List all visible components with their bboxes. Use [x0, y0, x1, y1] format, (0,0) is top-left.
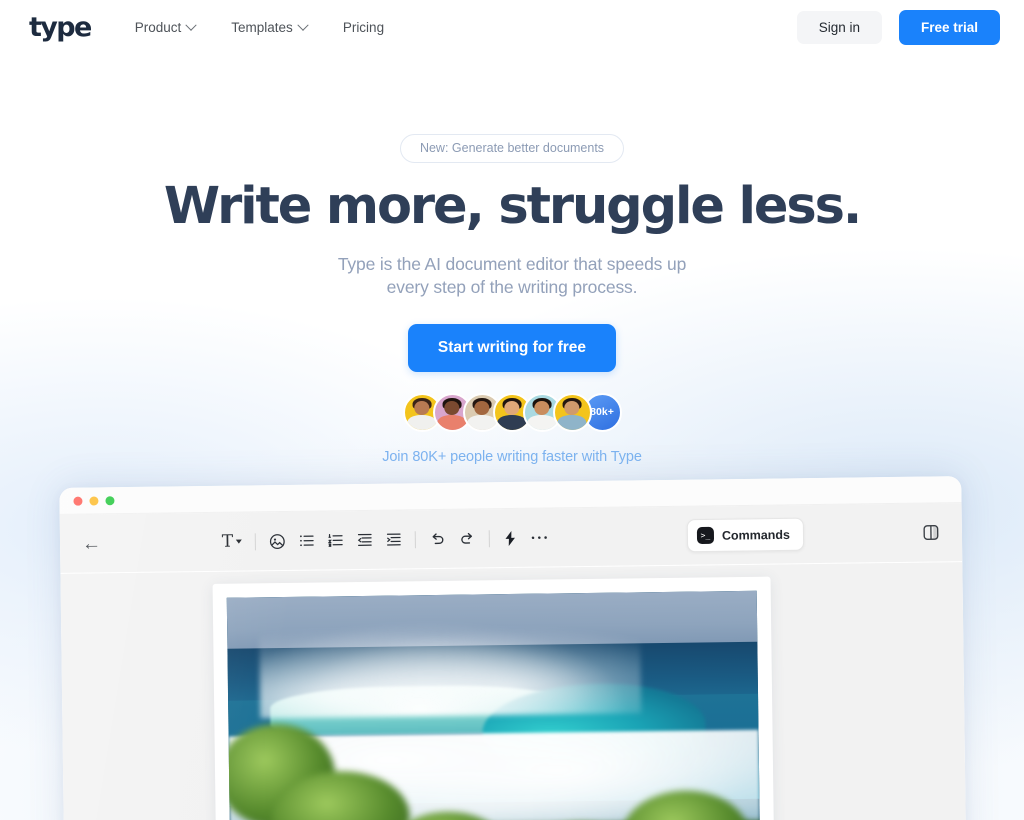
document-page[interactable] — [212, 576, 775, 820]
free-trial-button[interactable]: Free trial — [898, 10, 1000, 45]
chevron-down-icon — [236, 539, 243, 544]
hero-subtitle-line-2: every step of the writing process. — [386, 277, 638, 298]
undo-icon[interactable] — [429, 530, 446, 547]
window-maximize-icon[interactable] — [105, 495, 115, 505]
terminal-icon: >_ — [696, 526, 714, 545]
toolbar-divider — [415, 530, 417, 548]
numbered-list-icon[interactable] — [328, 532, 344, 548]
indent-icon[interactable] — [386, 531, 402, 547]
document-canvas[interactable] — [60, 562, 967, 820]
hero-cta-wrapper: Start writing for free — [0, 323, 1024, 372]
commands-button[interactable]: >_ Commands — [686, 517, 805, 553]
redo-icon[interactable] — [459, 530, 476, 547]
chevron-down-icon — [297, 19, 309, 31]
nav-item-product-label: Product — [134, 20, 182, 35]
bullet-list-icon[interactable] — [299, 533, 315, 549]
document-hero-image[interactable] — [226, 590, 761, 820]
brand-logo[interactable]: type — [29, 12, 92, 43]
nav-item-templates-label: Templates — [231, 20, 293, 35]
sign-in-button[interactable]: Sign in — [796, 11, 882, 44]
page-title: Write more, struggle less. — [163, 177, 862, 236]
nav-links: Product Templates Pricing — [134, 19, 384, 35]
app-window-mockup: ← T >_ Commands — [59, 476, 967, 820]
back-arrow-icon[interactable]: ← — [82, 533, 101, 554]
ellipsis-icon[interactable] — [531, 535, 548, 541]
hero-subtitle: Type is the AI document editor that spee… — [0, 253, 1024, 300]
lightning-icon[interactable] — [503, 530, 518, 546]
nav-item-product[interactable]: Product — [134, 19, 197, 35]
outdent-icon[interactable] — [357, 532, 373, 548]
start-writing-button[interactable]: Start writing for free — [407, 323, 617, 372]
text-style-button[interactable]: T — [221, 531, 243, 552]
toolbar-divider — [489, 529, 491, 547]
hero-subtitle-line-1: Type is the AI document editor that spee… — [337, 254, 687, 275]
avatar — [552, 392, 592, 432]
social-proof-text: Join 80K+ people writing faster with Typ… — [382, 448, 642, 465]
nav-item-pricing-label: Pricing — [342, 20, 385, 35]
nav-item-templates[interactable]: Templates — [231, 19, 309, 35]
sidebar-toggle-icon[interactable] — [922, 523, 940, 541]
nav-actions: Sign in Free trial — [796, 10, 1000, 45]
toolbar-icon-group: T — [221, 529, 549, 552]
window-minimize-icon[interactable] — [89, 495, 99, 506]
chevron-down-icon — [185, 19, 197, 31]
commands-button-label: Commands — [721, 527, 791, 543]
window-close-icon[interactable] — [73, 496, 83, 506]
hero-section: New: Generate better documents Write mor… — [0, 0, 1024, 465]
editor-toolbar: ← T >_ Commands — [59, 503, 963, 573]
image-icon[interactable] — [269, 532, 286, 549]
landing-page: type Product Templates Pricing Sign in F… — [0, 0, 1024, 820]
avatar-group: 80k+ — [0, 392, 1024, 432]
nav-item-pricing[interactable]: Pricing — [343, 20, 384, 35]
announcement-badge[interactable]: New: Generate better documents — [399, 134, 625, 163]
text-style-label: T — [221, 531, 234, 552]
top-navigation-bar: type Product Templates Pricing Sign in F… — [0, 0, 1024, 55]
toolbar-divider — [255, 532, 257, 550]
